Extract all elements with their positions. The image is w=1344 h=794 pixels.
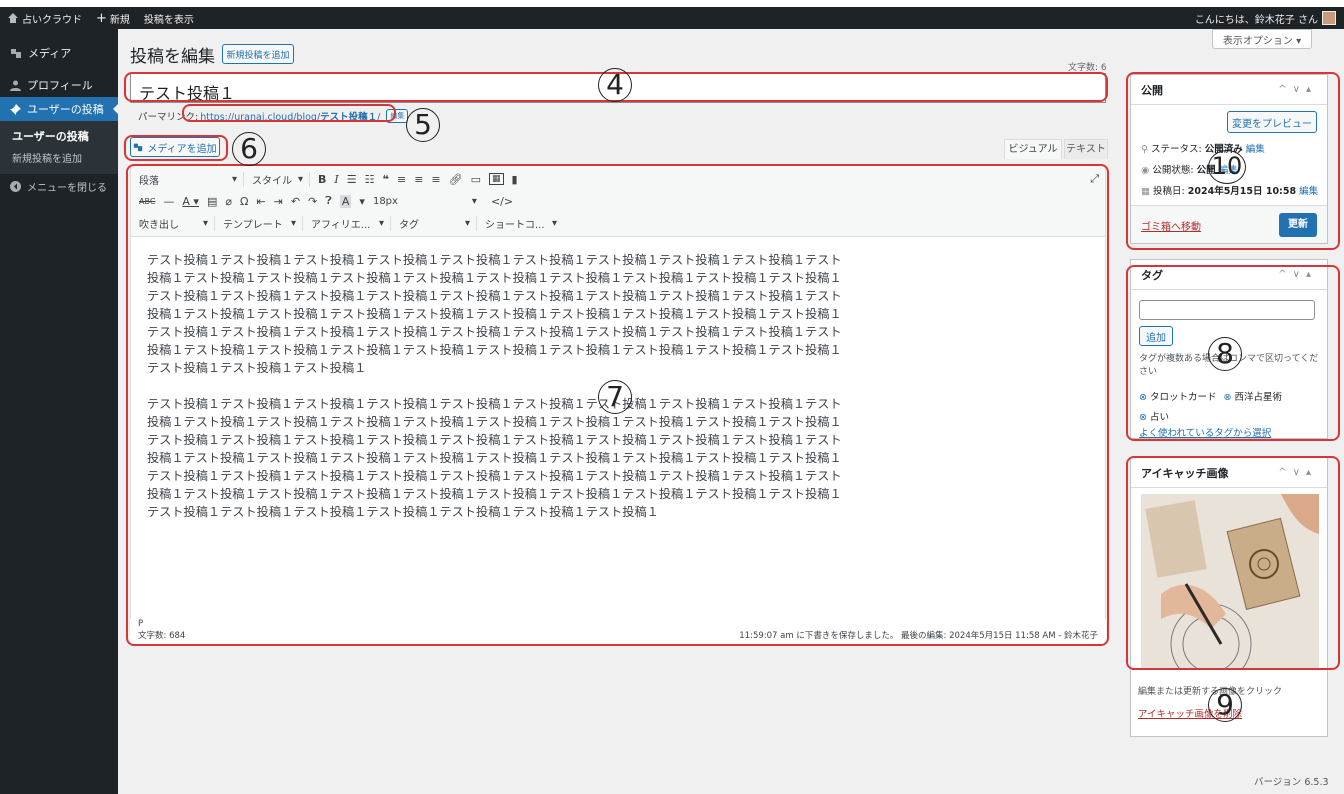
annotation-number: 5 [406,108,440,142]
home-icon [8,13,18,23]
submenu-add-new[interactable]: 新規投稿を追加 [0,147,118,168]
menu-media[interactable]: メディア [0,41,118,65]
annotation-number: 9 [1208,688,1242,722]
version-text: バージョン 6.5.3 [1254,777,1329,788]
annotation-number: 8 [1208,337,1242,371]
admin-bar: 占いクラウド + 新規 投稿を表示 こんにちは、鈴木花子 さん [0,7,1344,29]
collapse-menu[interactable]: メニューを閉じる [0,174,118,198]
new-content-link[interactable]: + 新規 [96,11,130,26]
view-post-link[interactable]: 投稿を表示 [144,11,194,26]
tab-text[interactable]: テキスト [1064,139,1108,159]
media-icon [11,49,21,58]
greeting[interactable]: こんにちは、鈴木花子 さん [1195,11,1318,26]
tab-visual[interactable]: ビジュアル [1004,139,1062,159]
avatar[interactable] [1322,11,1336,25]
collapse-icon [10,180,21,192]
pin-icon [10,103,21,115]
admin-sidebar: メディア プロフィール ユーザーの投稿 ユーザーの投稿 新規投稿を追加 メニュー… [0,29,118,794]
page-title: 投稿を編集 [130,47,215,67]
menu-user-posts[interactable]: ユーザーの投稿 [0,97,118,121]
annotation-number: 7 [598,380,632,414]
add-new-post-button[interactable]: 新規投稿を追加 [222,44,294,64]
site-name: 占いクラウド [22,14,82,26]
screen-options-button[interactable]: 表示オプション ▾ [1212,29,1312,49]
submenu-user-posts[interactable]: ユーザーの投稿 [0,125,118,147]
menu-profile[interactable]: プロフィール [0,73,118,97]
site-name-link[interactable]: 占いクラウド [8,11,82,26]
user-icon [10,80,21,91]
annotation-number: 10 [1208,150,1246,184]
annotation-box-permalink [182,104,396,122]
plus-icon: + [96,10,107,26]
annotation-box-featured [1126,456,1340,670]
annotation-box-add-media [124,135,228,161]
annotation-number: 4 [598,68,632,102]
submenu: ユーザーの投稿 新規投稿を追加 [0,121,118,174]
annotation-number: 6 [232,132,266,166]
